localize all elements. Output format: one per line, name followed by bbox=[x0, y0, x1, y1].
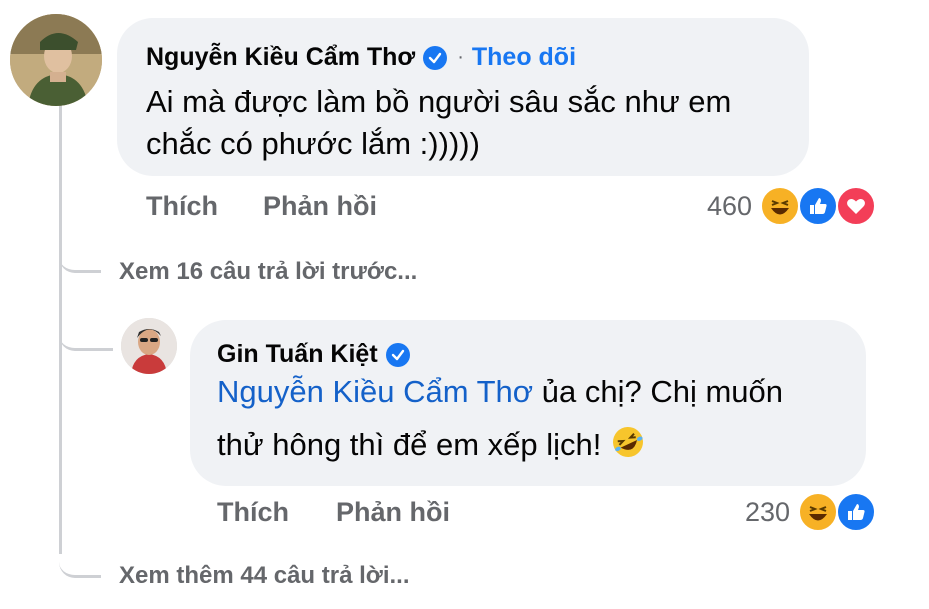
reply-button[interactable]: Phản hồi bbox=[336, 497, 450, 528]
view-previous-replies-link[interactable]: Xem 16 câu trả lời trước... bbox=[119, 258, 417, 286]
reaction-count[interactable]: 230 bbox=[718, 497, 790, 528]
verified-badge-icon bbox=[423, 45, 448, 70]
avatar-comment-author[interactable] bbox=[10, 14, 102, 106]
separator-dot: · bbox=[457, 46, 464, 68]
reply-text-line2-text: thử hông thì để em xếp lịch! bbox=[217, 427, 610, 462]
thread-connector-more bbox=[59, 545, 101, 578]
like-button[interactable]: Thích bbox=[217, 497, 289, 528]
comment-text-line1: Ai mà được làm bồ người sâu sắc như em bbox=[146, 84, 732, 119]
avatar-reply-author[interactable] bbox=[121, 318, 177, 374]
view-more-replies-link[interactable]: Xem thêm 44 câu trả lời... bbox=[119, 562, 410, 590]
reaction-count[interactable]: 460 bbox=[680, 191, 752, 222]
verified-badge-icon bbox=[385, 342, 410, 367]
like-icon bbox=[798, 186, 838, 226]
mention-link[interactable]: Nguyễn Kiều Cẩm Thơ bbox=[217, 374, 533, 409]
reply-author-row: Gin Tuấn Kiệt bbox=[217, 340, 410, 369]
reply-text-line1: Nguyễn Kiều Cẩm Thơ ủa chị? Chị muốn bbox=[217, 371, 783, 413]
like-button[interactable]: Thích bbox=[146, 191, 218, 222]
reply-author-name[interactable]: Gin Tuấn Kiệt bbox=[217, 340, 378, 369]
haha-icon bbox=[760, 186, 800, 226]
haha-icon bbox=[798, 492, 838, 532]
thread-line-lower bbox=[59, 264, 62, 554]
comment-author-row: Nguyễn Kiều Cẩm Thơ · Theo dõi bbox=[146, 43, 576, 72]
avatar-image bbox=[121, 318, 177, 374]
love-icon bbox=[836, 186, 876, 226]
reply-text-line2: thử hông thì để em xếp lịch! bbox=[217, 424, 646, 466]
follow-button[interactable]: Theo dõi bbox=[472, 43, 576, 72]
comment-text-line2: chắc có phước lắm :))))) bbox=[146, 126, 480, 161]
comment-author-name[interactable]: Nguyễn Kiều Cẩm Thơ bbox=[146, 43, 415, 72]
avatar-image bbox=[10, 14, 102, 106]
thread-connector-previous bbox=[59, 240, 101, 273]
rofl-emoji-icon bbox=[610, 424, 646, 460]
thread-connector-reply bbox=[59, 318, 113, 351]
like-icon bbox=[836, 492, 876, 532]
reply-text-line1-rest: ủa chị? Chị muốn bbox=[533, 374, 784, 409]
reply-button[interactable]: Phản hồi bbox=[263, 191, 377, 222]
